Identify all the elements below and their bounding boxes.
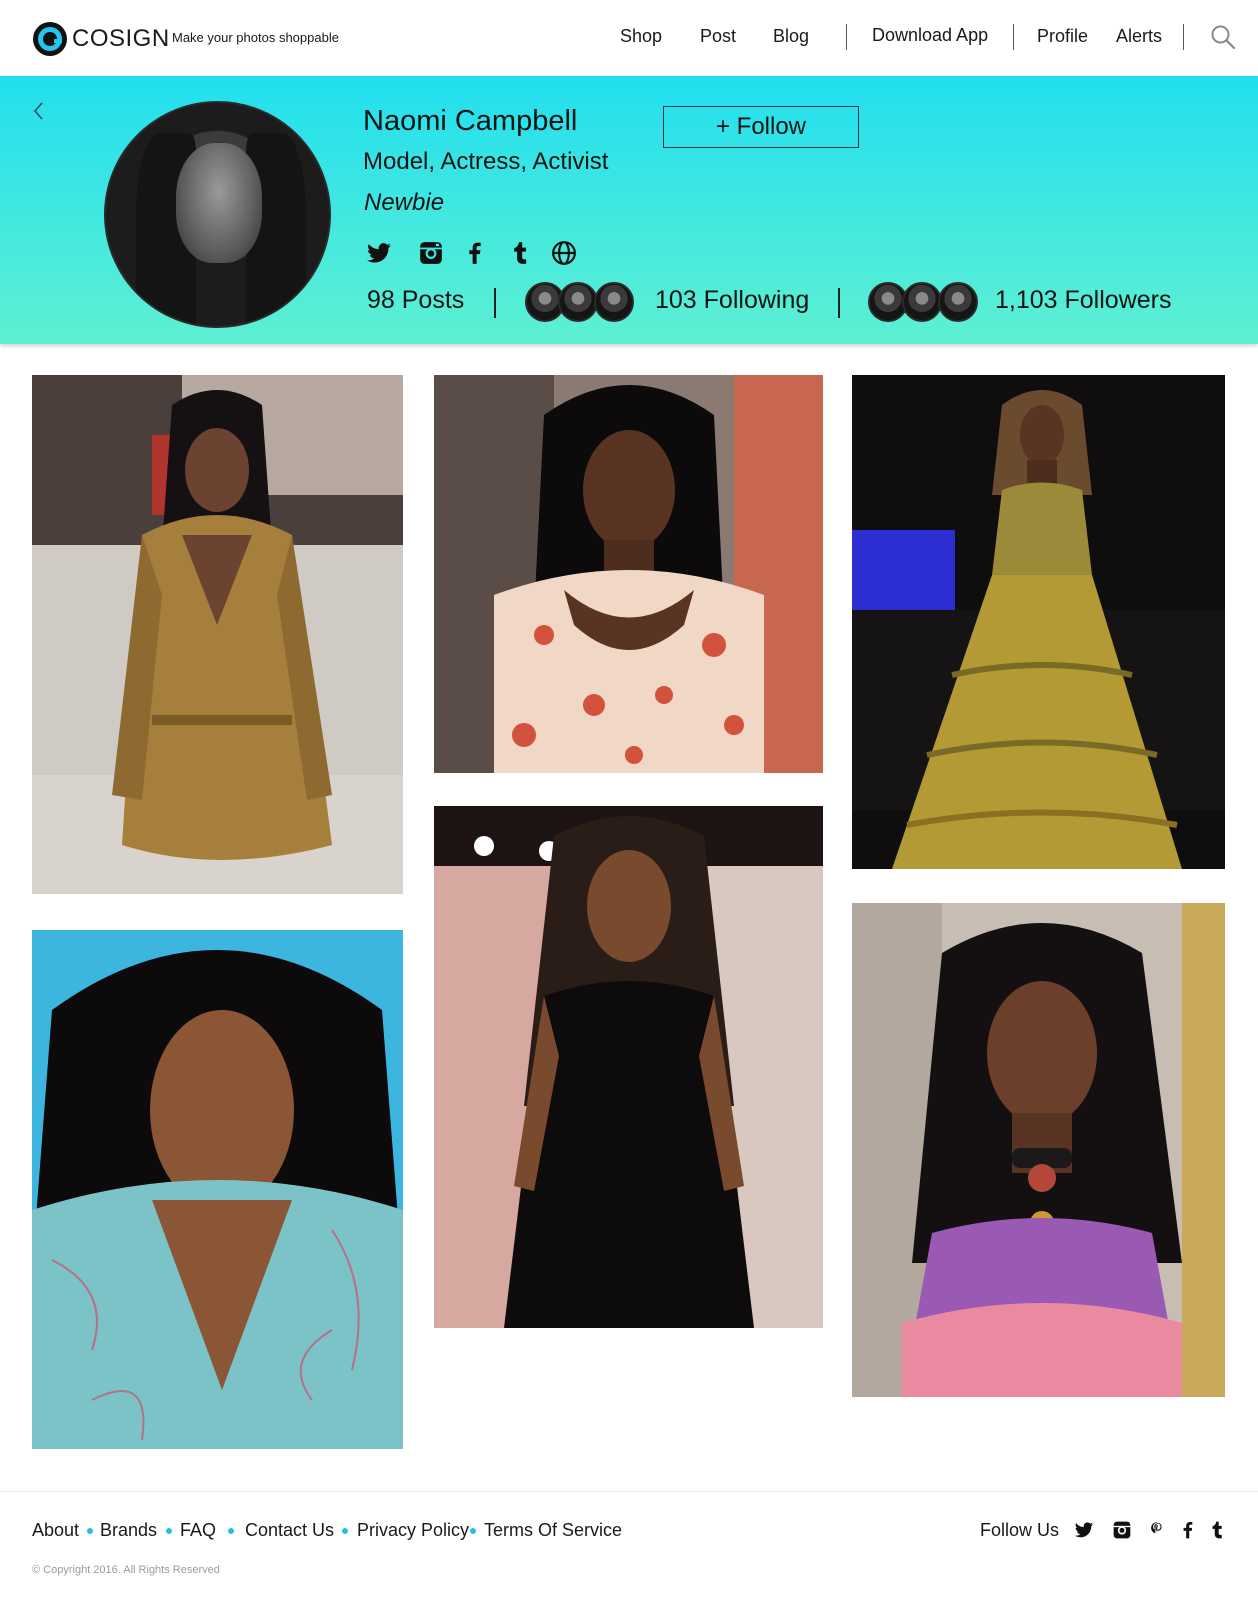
footer-twitter-icon[interactable]: [1074, 1520, 1094, 1540]
website-globe-icon[interactable]: [551, 240, 577, 266]
footer-divider: [0, 1491, 1258, 1492]
footer-link-faq[interactable]: FAQ: [180, 1520, 216, 1541]
profile-avatar: [104, 101, 331, 328]
twitter-icon[interactable]: [366, 240, 392, 266]
profile-name: Naomi Campbell: [363, 105, 578, 137]
brand-tagline: Make your photos shoppable: [172, 30, 339, 45]
post-photo-floral-dress[interactable]: [434, 375, 823, 773]
footer-facebook-icon[interactable]: [1178, 1520, 1198, 1540]
footer-separator-dot: [87, 1528, 93, 1534]
top-navigation-bar: COSIGN Make your photos shoppable Shop P…: [0, 0, 1258, 76]
footer-link-terms-of-service[interactable]: Terms Of Service: [484, 1520, 622, 1541]
following-avatar: [594, 282, 634, 322]
footer-link-about[interactable]: About: [32, 1520, 79, 1541]
footer-follow-us-label: Follow Us: [980, 1520, 1060, 1540]
post-photo-embellished-blue-dress[interactable]: [32, 930, 403, 1449]
footer-pinterest-icon[interactable]: [1147, 1520, 1167, 1540]
post-photo-tie-dye-dress[interactable]: [852, 903, 1225, 1397]
stats-divider: [838, 288, 840, 318]
search-icon[interactable]: [1210, 24, 1236, 50]
facebook-icon[interactable]: [462, 240, 488, 266]
nav-blog-link[interactable]: Blog: [773, 26, 809, 47]
nav-divider: [1183, 24, 1184, 50]
followers-count[interactable]: 1,103 Followers: [995, 286, 1171, 315]
cosign-logo[interactable]: COSIGN: [32, 21, 170, 57]
footer-link-privacy-policy[interactable]: Privacy Policy: [357, 1520, 469, 1541]
profile-banner: Naomi Campbell Model, Actress, Activist …: [0, 76, 1258, 344]
follow-button[interactable]: + Follow: [663, 106, 859, 148]
post-photo-yellow-ruffle-gown[interactable]: [852, 375, 1225, 869]
profile-title: Model, Actress, Activist: [363, 148, 609, 175]
footer-link-contact-us[interactable]: Contact Us: [245, 1520, 334, 1541]
tumblr-icon[interactable]: [507, 240, 533, 266]
nav-divider: [1013, 24, 1014, 50]
cosign-logo-icon: [33, 22, 67, 56]
nav-shop-link[interactable]: Shop: [620, 26, 662, 47]
brand-name: COSIGN: [72, 25, 170, 52]
footer-separator-dot: [470, 1528, 476, 1534]
profile-rank: Newbie: [364, 189, 445, 216]
footer-tumblr-icon[interactable]: [1207, 1520, 1227, 1540]
posts-count[interactable]: 98 Posts: [367, 286, 464, 315]
copyright-notice: © Copyright 2016. All Rights Reserved: [32, 1564, 220, 1576]
footer-separator-dot: [166, 1528, 172, 1534]
follower-avatar: [902, 282, 942, 322]
nav-profile-link[interactable]: Profile: [1037, 26, 1088, 47]
post-photo-black-dress[interactable]: [434, 806, 823, 1328]
footer-link-brands[interactable]: Brands: [100, 1520, 157, 1541]
following-count[interactable]: 103 Following: [655, 286, 809, 315]
footer-separator-dot: [228, 1528, 234, 1534]
instagram-icon[interactable]: [418, 240, 444, 266]
nav-divider: [846, 24, 847, 50]
follower-avatar: [938, 282, 978, 322]
stats-divider: [494, 288, 496, 318]
nav-download-app-link[interactable]: Download App: [872, 25, 988, 46]
footer-separator-dot: [342, 1528, 348, 1534]
nav-post-link[interactable]: Post: [700, 26, 736, 47]
following-avatar: [558, 282, 598, 322]
post-photo-gold-sequin-coat[interactable]: [32, 375, 403, 894]
back-chevron-icon[interactable]: [30, 100, 46, 122]
nav-alerts-link[interactable]: Alerts: [1116, 26, 1162, 47]
footer-instagram-icon[interactable]: [1112, 1520, 1132, 1540]
